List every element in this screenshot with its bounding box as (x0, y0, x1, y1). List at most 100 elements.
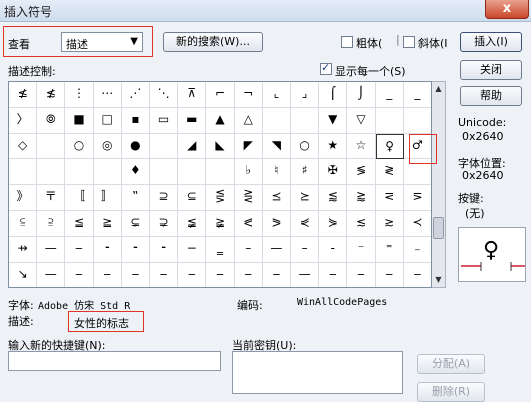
symbol-cell[interactable]: ✠ (319, 159, 348, 186)
symbol-cell[interactable]: 〉 (9, 107, 38, 134)
symbol-cell[interactable] (150, 133, 179, 160)
symbol-cell[interactable]: ⪕ (234, 211, 263, 237)
symbol-cell[interactable]: ♯ (291, 159, 320, 186)
symbol-cell[interactable]: ↘ (9, 262, 38, 287)
symbol-cell[interactable]: ◢ (178, 133, 207, 160)
symbol-cell[interactable]: — (291, 262, 320, 287)
symbol-cell[interactable]: ⁼ (375, 236, 404, 263)
symbol-cell[interactable]: ◤ (234, 133, 263, 160)
symbol-cell[interactable]: ⊊ (121, 211, 150, 237)
symbol-cell[interactable] (206, 159, 235, 186)
symbol-cell[interactable]: ⋮ (65, 82, 94, 108)
symbol-cell[interactable]: ‒ (122, 262, 150, 287)
symbol-cell[interactable]: ‒ (150, 262, 179, 287)
symbol-cell[interactable]: ⋜ (375, 185, 404, 211)
symbol-cell[interactable]: ≦ (65, 211, 94, 237)
current-key-list[interactable] (232, 351, 403, 394)
symbol-cell[interactable]: ‒ (376, 262, 404, 287)
symbol-cell[interactable]: ☆ (347, 133, 376, 160)
symbol-cell[interactable]: □ (93, 107, 122, 134)
symbol-cell[interactable] (37, 133, 66, 160)
symbol-cell[interactable]: ◇ (9, 133, 38, 160)
symbol-cell[interactable]: ○ (65, 133, 94, 160)
symbol-cell[interactable]: ⋚ (206, 185, 235, 211)
symbol-cell[interactable]: ▲ (206, 107, 235, 134)
symbol-cell[interactable]: ≺ (403, 211, 431, 237)
symbol-cell[interactable]: – (291, 236, 320, 263)
italic-checkbox[interactable] (403, 36, 415, 48)
symbol-cell[interactable]: ⌡ (347, 82, 376, 108)
symbol-cell[interactable]: ⪆ (347, 185, 376, 211)
symbol-cell[interactable]: ⪅ (319, 185, 348, 211)
window-close-button[interactable]: x (485, 0, 529, 19)
symbol-cell[interactable]: ⁻ (347, 236, 376, 263)
assign-button[interactable]: 分配(A) (417, 354, 485, 374)
symbol-cell[interactable]: ⁃ (121, 236, 150, 263)
new-search-button[interactable]: 新的搜索(W)... (163, 32, 263, 52)
close-button[interactable]: 关闭 (460, 60, 522, 80)
symbol-cell[interactable]: ⫅ (9, 211, 38, 237)
symbol-cell[interactable]: ⊆ (178, 185, 207, 211)
symbol-grid[interactable]: ≰ ≴ ⋮ ⋯ ⋰ ⋱ ⊼ ⌐ ¬ ⌞ ⌟ ⌠ ⌡ _ _ 〉 ⦾ ■ □ ▪ ▭ ▬ ▲ △ ▼ ▽ ◇ ○ ◎ ● ◢ ◣ ◤ ◥ ○ ★ ☆ ♀ ♂ ♦… (8, 81, 432, 288)
symbol-cell[interactable]: ₋ (403, 236, 431, 263)
symbol-cell[interactable]: ♀ (375, 133, 404, 160)
symbol-cell[interactable]: ⌞ (262, 82, 291, 108)
symbol-cell[interactable]: ‒ (404, 262, 431, 287)
symbol-cell[interactable]: ⫆ (37, 211, 66, 237)
insert-button[interactable]: 插入(I) (460, 32, 522, 52)
symbol-cell[interactable]: ⋛ (234, 185, 263, 211)
symbol-cell[interactable]: ⦾ (37, 107, 66, 134)
symbol-cell[interactable]: 》 (9, 185, 38, 211)
symbol-cell[interactable]: ‒ (206, 262, 235, 287)
symbol-cell[interactable]: ● (121, 133, 150, 160)
symbol-cell[interactable]: ○ (291, 133, 320, 160)
symbol-cell[interactable]: ‗ (206, 236, 235, 263)
symbol-cell[interactable]: 〚 (65, 185, 94, 211)
symbol-cell[interactable]: ▼ (319, 107, 348, 134)
symbol-cell[interactable]: ⋱ (150, 82, 179, 108)
symbol-cell[interactable]: ≶ (347, 159, 376, 186)
symbol-cell[interactable]: ♦ (121, 159, 150, 186)
symbol-cell[interactable]: ⋝ (403, 185, 431, 211)
symbol-cell[interactable]: ⪖ (262, 211, 291, 237)
symbol-cell[interactable] (291, 107, 320, 134)
symbol-cell[interactable]: — (262, 236, 291, 263)
symbol-cell[interactable]: ◥ (262, 133, 291, 160)
symbol-cell[interactable]: − (178, 236, 207, 263)
symbol-cell[interactable]: ⪯ (262, 185, 291, 211)
symbol-cell[interactable]: ‐ (319, 236, 348, 263)
help-button[interactable]: 帮助 (460, 86, 522, 106)
symbol-cell[interactable]: ‒ (235, 262, 263, 287)
symbol-cell[interactable]: – (234, 236, 263, 263)
symbol-cell[interactable]: ‒ (319, 262, 348, 287)
symbol-cell[interactable] (403, 107, 431, 134)
symbol-cell[interactable]: ⇸ (9, 236, 38, 263)
symbol-cell[interactable]: ♭ (234, 159, 263, 186)
symbol-cell[interactable] (93, 159, 122, 186)
symbol-cell[interactable]: ◎ (93, 133, 122, 160)
symbol-cell[interactable]: ≨ (178, 211, 207, 237)
symbol-cell[interactable]: — (37, 236, 66, 263)
symbol-cell[interactable]: ⋰ (121, 82, 150, 108)
symbol-cell[interactable]: ‒ (263, 262, 291, 287)
symbol-cell[interactable]: ▽ (347, 107, 376, 134)
bold-checkbox[interactable] (341, 36, 353, 48)
symbol-cell[interactable]: ▪ (121, 107, 150, 134)
symbol-cell[interactable]: ≧ (93, 211, 122, 237)
symbol-cell[interactable]: ‒ (178, 262, 207, 287)
symbol-cell[interactable]: ⌟ (291, 82, 320, 108)
symbol-cell[interactable] (37, 159, 66, 186)
symbol-cell[interactable]: — (37, 262, 66, 287)
symbol-cell[interactable] (262, 107, 291, 134)
symbol-cell[interactable]: ≴ (37, 82, 66, 108)
symbol-cell[interactable]: ⊼ (178, 82, 207, 108)
symbol-cell[interactable]: ⊋ (150, 211, 179, 237)
symbol-cell[interactable]: 〛 (93, 185, 122, 211)
show-each-checkbox[interactable] (320, 61, 332, 75)
scroll-up-icon[interactable]: ▲ (432, 82, 445, 96)
symbol-cell[interactable]: ▬ (178, 107, 207, 134)
symbol-cell[interactable]: ¬ (234, 82, 263, 108)
symbol-cell[interactable]: ⋯ (93, 82, 122, 108)
symbol-cell[interactable]: ⌠ (319, 82, 348, 108)
symbol-cell[interactable]: _ (403, 82, 431, 108)
